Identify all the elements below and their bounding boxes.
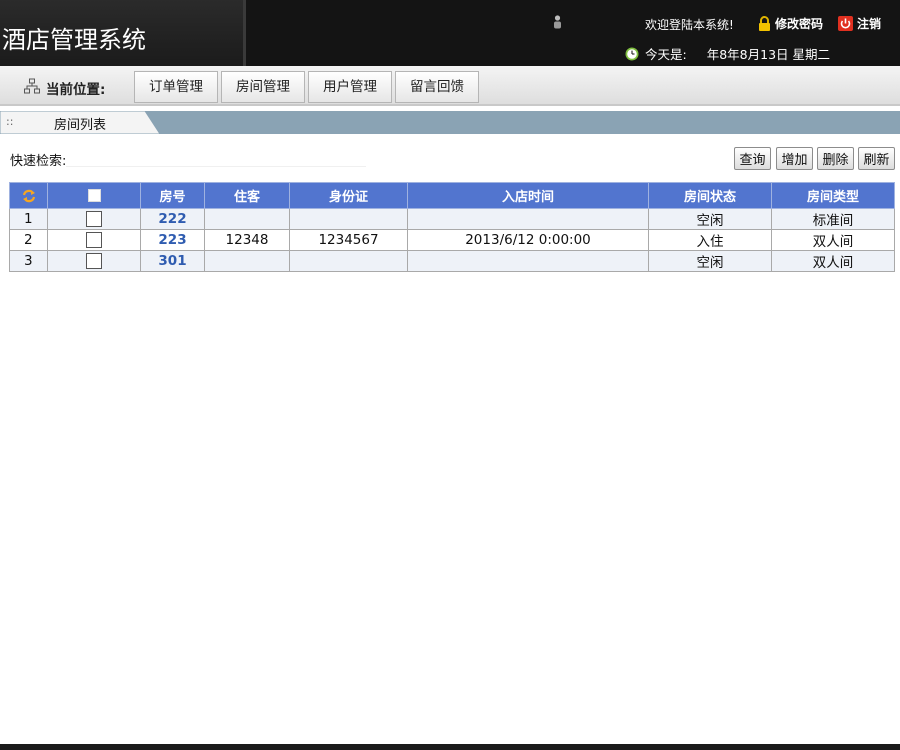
row-index: 2	[9, 229, 48, 251]
search-input[interactable]	[66, 147, 366, 167]
column-header-type[interactable]: 房间类型	[771, 182, 895, 209]
checkin-cell	[407, 250, 649, 272]
room-number-link[interactable]: 222	[140, 208, 205, 230]
row-checkbox[interactable]	[86, 232, 102, 248]
row-checkbox-cell[interactable]	[47, 208, 141, 230]
column-header-status[interactable]: 房间状态	[648, 182, 772, 209]
grip-icon: ::	[6, 115, 14, 128]
location-label: 当前位置:	[46, 82, 106, 98]
delete-button[interactable]: 删除	[817, 147, 854, 170]
table-row[interactable]: 3 301 空闲 双人间	[9, 250, 895, 272]
room-number-link[interactable]: 223	[140, 229, 205, 251]
table-header-row: 房号 住客 身份证 入店时间 房间状态 房间类型	[9, 182, 895, 209]
tab-feedback[interactable]: 留言回馈	[395, 71, 479, 103]
welcome-text: 欢迎登陆本系统!	[645, 18, 734, 32]
id-card-cell	[289, 250, 408, 272]
change-password-label: 修改密码	[775, 17, 824, 31]
header-select-all[interactable]	[47, 182, 141, 209]
room-table: 房号 住客 身份证 入店时间 房间状态 房间类型 1 222 空闲 标准间 2 …	[9, 182, 895, 272]
id-card-cell: 1234567	[289, 229, 408, 251]
refresh-button[interactable]: 刷新	[858, 147, 895, 170]
column-header-checkin[interactable]: 入店时间	[407, 182, 649, 209]
panel-title: 房间列表	[54, 118, 107, 133]
nav-bar: 当前位置: 订单管理 房间管理 用户管理 留言回馈	[0, 66, 900, 106]
room-number-link[interactable]: 301	[140, 250, 205, 272]
bottom-bar	[0, 744, 900, 750]
table-row[interactable]: 2 223 12348 1234567 2013/6/12 0:00:00 入住…	[9, 229, 895, 251]
user-icon	[554, 15, 561, 29]
logout-link[interactable]: 注销	[838, 15, 881, 32]
table-row[interactable]: 1 222 空闲 标准间	[9, 208, 895, 230]
guest-cell: 12348	[204, 229, 290, 251]
refresh-icon[interactable]	[21, 188, 37, 204]
column-header-room[interactable]: 房号	[140, 182, 205, 209]
tab-room-management[interactable]: 房间管理	[221, 71, 305, 103]
date-prefix: 今天是:	[645, 47, 687, 62]
row-index: 3	[9, 250, 48, 272]
app-title: 酒店管理系统	[2, 26, 146, 54]
logo-panel: 酒店管理系统	[0, 0, 246, 66]
clock-icon	[625, 47, 639, 60]
sitemap-icon	[24, 78, 40, 94]
top-header: 酒店管理系统 欢迎登陆本系统! 修改密码 注销 今天是: 年8年8月13日 星期…	[0, 0, 900, 66]
change-password-link[interactable]: 修改密码	[758, 15, 823, 32]
column-header-id-card[interactable]: 身份证	[289, 182, 408, 209]
select-all-checkbox[interactable]	[87, 189, 101, 202]
row-index: 1	[9, 208, 48, 230]
search-label: 快速检索:	[10, 154, 67, 169]
type-cell: 双人间	[771, 250, 895, 272]
power-icon	[838, 16, 853, 31]
row-checkbox[interactable]	[86, 211, 102, 227]
row-checkbox-cell[interactable]	[47, 229, 141, 251]
add-button[interactable]: 增加	[776, 147, 813, 170]
date-value: 年8年8月13日 星期二	[706, 47, 831, 62]
id-card-cell	[289, 208, 408, 230]
column-header-guest[interactable]: 住客	[204, 182, 290, 209]
tab-user-management[interactable]: 用户管理	[308, 71, 392, 103]
checkin-cell	[407, 208, 649, 230]
header-refresh-cell[interactable]	[9, 182, 48, 209]
tab-order-management[interactable]: 订单管理	[134, 71, 218, 103]
type-cell: 双人间	[771, 229, 895, 251]
row-checkbox-cell[interactable]	[47, 250, 141, 272]
type-cell: 标准间	[771, 208, 895, 230]
date-display: 今天是: 年8年8月13日 星期二	[625, 44, 830, 63]
lock-icon	[759, 15, 770, 31]
status-cell: 入住	[648, 229, 772, 251]
status-cell: 空闲	[648, 250, 772, 272]
status-cell: 空闲	[648, 208, 772, 230]
checkin-cell: 2013/6/12 0:00:00	[407, 229, 649, 251]
guest-cell	[204, 250, 290, 272]
row-checkbox[interactable]	[86, 253, 102, 269]
guest-cell	[204, 208, 290, 230]
query-button[interactable]: 查询	[734, 147, 771, 170]
logout-label: 注销	[857, 17, 882, 31]
